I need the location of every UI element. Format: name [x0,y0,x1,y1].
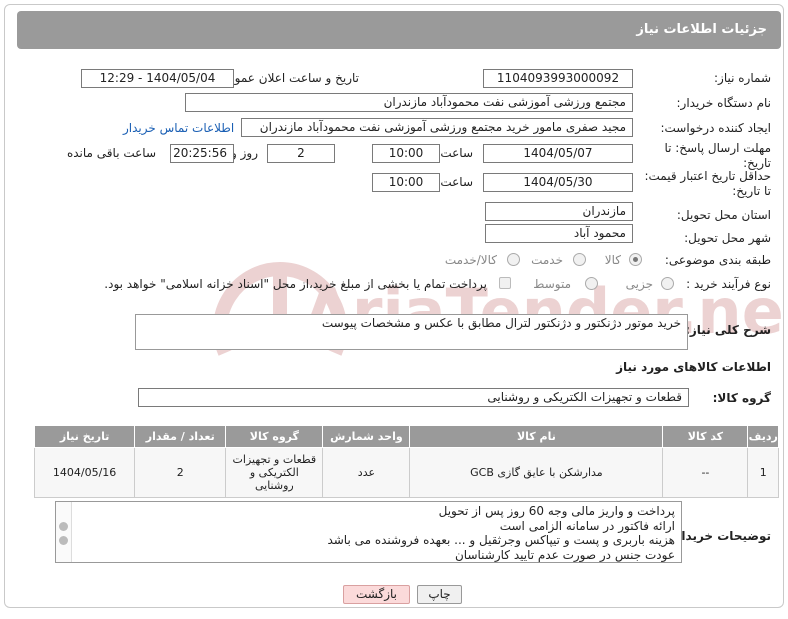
announce-label: تاریخ و ساعت اعلان عمومی: [214,71,359,85]
buyer-notes-label: توضیحات خریدار: [669,529,771,543]
print-button[interactable]: چاپ [417,585,462,604]
cell-row: 1 [747,447,779,498]
cell-item-code: -- [662,447,749,498]
price-validity-label-1: حداقل تاریخ اعتبار قیمت: [644,169,771,183]
creator-field: مجید صفری مامور خرید مجتمع ورزشی آموزشی … [241,118,633,137]
deadline-time-field: 10:00 [372,144,440,163]
remaining-label: ساعت باقی مانده [66,146,156,160]
description-field: خرید موتور دژنکتور و دژنکتور لترال مطابق… [135,314,688,350]
col-unit: واحد شمارش [322,425,411,448]
goods-group-field: قطعات و تجهیزات الکتریکی و روشنایی [138,388,689,407]
days-field: 2 [267,144,335,163]
buyer-notes-box: پرداخت و واریز مالی وجه 60 روز پس از تحو… [55,501,682,563]
items-table-header: ردیف کد کالا نام کالا واحد شمارش گروه کا… [33,425,779,448]
cell-item-name: مدارشکن با عایق گازی GCB [409,447,664,498]
deadline-time-label: ساعت [440,146,473,160]
notes-scrollbar[interactable] [56,502,72,562]
description-text: خرید موتور دژنکتور و دژنکتور لترال مطابق… [321,316,681,330]
note-line: پرداخت و واریز مالی وجه 60 روز پس از تحو… [438,504,675,518]
process-type-label: نوع فرآیند خرید : [686,277,771,291]
goods-info-title: اطلاعات کالاهای مورد نیاز [616,360,771,374]
back-button[interactable]: بازگشت [343,585,410,604]
col-row: ردیف [747,425,779,448]
note-line: عودت جنس در صورت عدم تایید کارشناسان [454,547,675,562]
page-title: جزئیات اطلاعات نیاز [636,22,767,37]
buyer-notes-text: پرداخت و واریز مالی وجه 60 روز پس از تحو… [75,504,675,562]
items-table: ردیف کد کالا نام کالا واحد شمارش گروه کا… [33,425,779,498]
col-quantity: تعداد / مقدار [134,425,227,448]
category-radio-goods[interactable] [629,253,642,266]
announce-field: 1404/05/04 - 12:29 [81,69,234,88]
cell-unit: عدد [322,447,411,498]
cell-quantity: 2 [134,447,227,498]
col-item-code: کد کالا [662,425,749,448]
city-label: شهر محل تحویل: [684,231,771,245]
deadline-date-field: 1404/05/07 [483,144,633,163]
price-date-field: 1404/05/30 [483,173,633,192]
goods-group-label: گروه کالا: [712,391,771,405]
col-item-name: نام کالا [409,425,664,448]
days-label: روز و [231,146,258,160]
remaining-time-field: 20:25:56 [170,144,234,163]
deadline-label-1: مهلت ارسال پاسخ: تا [664,141,771,155]
process-option-minor: جزیی [625,277,653,291]
treasury-payment-note: پرداخت تمام یا بخشی از مبلغ خرید،از محل … [104,277,487,291]
province-field: مازندران [485,202,633,221]
category-option-goods-service: کالا/خدمت [444,253,497,267]
description-label: شرح کلی نیاز: [685,323,771,337]
scroll-thumb-icon[interactable] [59,522,68,531]
buyer-org-field: مجتمع ورزشی آموزشی نفت محمودآباد مازندرا… [185,93,633,112]
need-number-label: شماره نیاز: [714,71,771,85]
details-panel: جزئیات اطلاعات نیاز AriaTender.neT شماره… [4,4,784,608]
col-goods-group: گروه کالا [225,425,324,448]
note-line: ارائه فاکتور در سامانه الزامی است [499,518,675,533]
panel-header: جزئیات اطلاعات نیاز [17,11,781,49]
price-validity-label-2: تا تاریخ: [732,184,771,198]
table-row: 1 -- مدارشکن با عایق گازی GCB عدد قطعات … [33,447,779,498]
note-line: هزینه باربری و پست و تیپاکس وجرثقیل و ..… [327,533,675,547]
cell-goods-group: قطعات و تجهیزات الکتریکی و روشنایی [225,447,324,498]
scroll-dot-icon [59,536,68,545]
buyer-contact-link[interactable]: اطلاعات تماس خریدار [123,121,234,135]
province-label: استان محل تحویل: [676,208,771,222]
category-radio-service[interactable] [573,253,586,266]
cell-need-date: 1404/05/16 [33,447,136,498]
category-option-service: خدمت [531,253,563,267]
category-label: طبقه بندی موضوعی: [664,253,771,267]
city-field: محمود آباد [485,224,633,243]
deadline-label-2: تاریخ: [743,156,771,170]
price-time-field: 10:00 [372,173,440,192]
process-option-medium: متوسط [533,277,571,291]
buyer-org-label: نام دستگاه خریدار: [676,96,772,110]
category-option-goods: کالا [604,253,621,267]
treasury-payment-checkbox[interactable] [499,277,511,289]
need-number-field: 1104093993000092 [483,69,633,88]
process-radio-minor[interactable] [661,277,674,290]
category-radio-goods-service[interactable] [507,253,520,266]
process-radio-medium[interactable] [585,277,598,290]
col-need-date: تاریخ نیاز [33,425,136,448]
creator-label: ایجاد کننده درخواست: [660,121,771,135]
price-time-label: ساعت [440,175,473,189]
